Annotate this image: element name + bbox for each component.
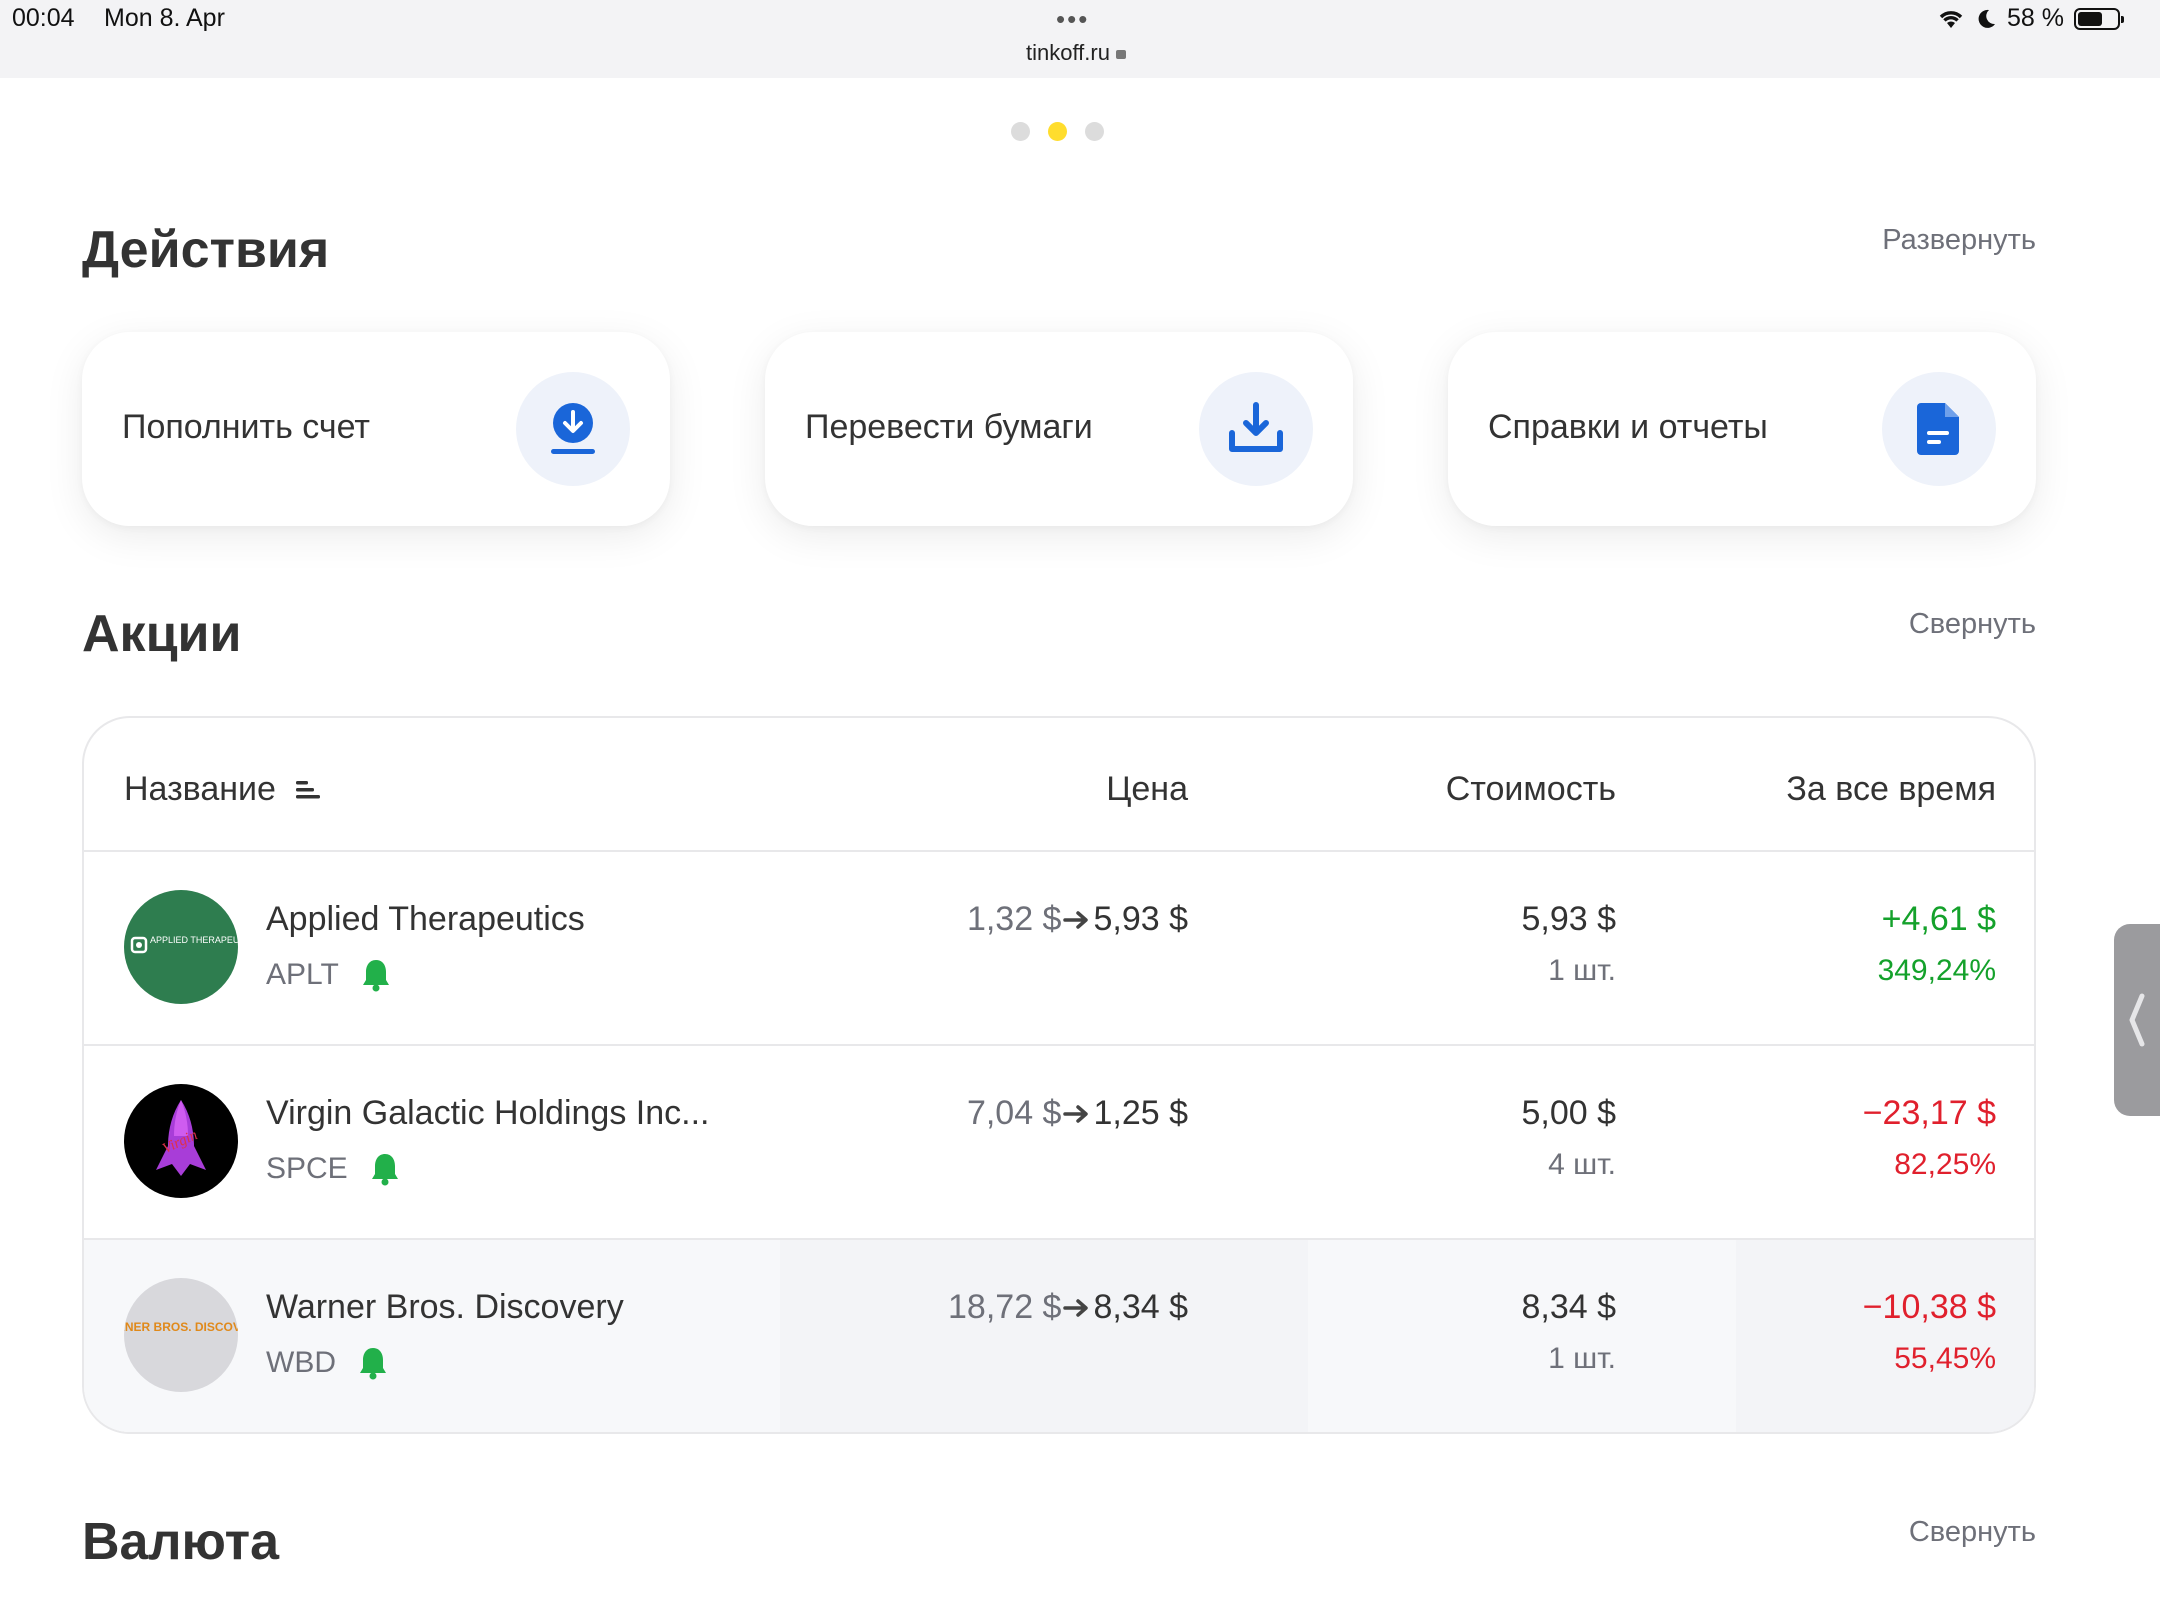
browser-menu-dots[interactable]: ••• (1056, 4, 1089, 35)
stocks-title: Акции (82, 605, 242, 663)
table-header: Название Цена Стоимость За все время (84, 718, 2034, 852)
stock-quantity: 1 шт. (1548, 1342, 1616, 1375)
bell-icon[interactable] (370, 1152, 400, 1186)
stock-ticker: SPCE (266, 1152, 348, 1185)
side-panel-handle[interactable] (2114, 924, 2160, 1116)
moon-icon (1978, 9, 1996, 28)
address-bar[interactable]: tinkoff.ru (1026, 40, 1126, 66)
stock-ticker: WBD (266, 1346, 336, 1379)
currency-title: Валюта (82, 1513, 280, 1571)
deposit-card[interactable]: Пополнить счет (82, 332, 670, 526)
bell-icon[interactable] (361, 958, 391, 992)
actions-expand-link[interactable]: Развернуть (1882, 224, 2036, 257)
table-row[interactable]: WARNER BROS. DISCOVERY Warner Bros. Disc… (84, 1240, 2034, 1432)
column-cost-header[interactable]: Стоимость (1446, 770, 1616, 809)
column-name-label: Название (124, 770, 276, 808)
transfer-securities-card[interactable]: Перевести бумаги (765, 332, 1353, 526)
price-to: 5,93 $ (1093, 900, 1188, 938)
price-to: 8,34 $ (1093, 1288, 1188, 1326)
arrow-right-icon (1063, 1105, 1089, 1123)
stock-name: Applied Therapeutics (266, 900, 585, 938)
pager-dot-active[interactable] (1048, 122, 1067, 141)
battery-icon (2074, 7, 2124, 30)
stock-name: Warner Bros. Discovery (266, 1288, 624, 1326)
applied-therapeutics-logo: APPLIED THERAPEUTICS (124, 890, 238, 1004)
warner-bros-discovery-logo: WARNER BROS. DISCOVERY (124, 1278, 238, 1392)
pager-dot[interactable] (1085, 122, 1104, 141)
chevron-left-icon (2129, 993, 2145, 1047)
currency-collapse-link[interactable]: Свернуть (1909, 1516, 2036, 1549)
status-indicators: 58 % (1937, 4, 2124, 33)
stock-gain: +4,61 $ (1881, 900, 1996, 938)
price-from: 1,32 $ (966, 900, 1062, 938)
stock-ticker-line: SPCE (266, 1152, 400, 1186)
logo-text: APPLIED THERAPEUTICS (150, 935, 238, 945)
stock-quantity: 4 шт. (1548, 1148, 1616, 1181)
pager-dot[interactable] (1011, 122, 1030, 141)
logo-text: WARNER BROS. DISCOVERY (124, 1320, 238, 1334)
lock-icon (1115, 50, 1126, 59)
stock-price: 18,72 $ 8,34 $ (948, 1288, 1188, 1327)
table-row[interactable]: Virgin Virgin Galactic Holdings Inc... S… (84, 1046, 2034, 1240)
stock-gain: −10,38 $ (1862, 1288, 1996, 1326)
stock-ticker-line: APLT (266, 958, 391, 992)
arrow-right-icon (1063, 911, 1089, 929)
stock-price: 7,04 $ 1,25 $ (967, 1094, 1188, 1133)
stock-gain-percent: 55,45% (1894, 1342, 1996, 1375)
reports-card[interactable]: Справки и отчеты (1448, 332, 2036, 526)
bell-icon[interactable] (358, 1346, 388, 1380)
stock-cost: 8,34 $ (1521, 1288, 1616, 1326)
stocks-table: Название Цена Стоимость За все время APP… (82, 716, 2036, 1434)
actions-title: Действия (82, 221, 330, 279)
price-to: 1,25 $ (1093, 1094, 1188, 1132)
sort-icon (295, 780, 320, 798)
price-from: 7,04 $ (966, 1094, 1062, 1132)
stock-ticker-line: WBD (266, 1346, 388, 1380)
carousel-pager (1011, 122, 1104, 141)
reports-card-label: Справки и отчеты (1488, 408, 1768, 446)
wifi-icon (1939, 10, 1963, 28)
deposit-card-label: Пополнить счет (122, 408, 370, 446)
stock-ticker: APLT (266, 958, 339, 991)
stocks-collapse-link[interactable]: Свернуть (1909, 608, 2036, 641)
transfer-card-label: Перевести бумаги (805, 408, 1093, 446)
deposit-icon (516, 372, 630, 486)
download-tray-icon (1199, 372, 1313, 486)
stock-price: 1,32 $ 5,93 $ (967, 900, 1188, 939)
stock-gain: −23,17 $ (1862, 1094, 1996, 1132)
price-from: 18,72 $ (948, 1288, 1062, 1326)
stock-gain-percent: 349,24% (1877, 954, 1996, 987)
table-row[interactable]: APPLIED THERAPEUTICS Applied Therapeutic… (84, 852, 2034, 1046)
arrow-right-icon (1063, 1299, 1089, 1317)
stock-name: Virgin Galactic Holdings Inc... (266, 1094, 710, 1132)
status-time: 00:04 (12, 4, 75, 32)
status-date: Mon 8. Apr (104, 4, 225, 32)
stock-cost: 5,93 $ (1521, 900, 1616, 938)
status-bar: 00:04 Mon 8. Apr ••• tinkoff.ru 58 % (0, 0, 2160, 78)
virgin-galactic-logo: Virgin (124, 1084, 238, 1198)
stock-gain-percent: 82,25% (1894, 1148, 1996, 1181)
document-icon (1882, 372, 1996, 486)
battery-percent: 58 % (2007, 4, 2064, 32)
url-text: tinkoff.ru (1026, 40, 1110, 65)
stock-quantity: 1 шт. (1548, 954, 1616, 987)
column-price-header[interactable]: Цена (1106, 770, 1188, 809)
stock-cost: 5,00 $ (1521, 1094, 1616, 1132)
column-all-time-header[interactable]: За все время (1786, 770, 1996, 809)
column-name-header[interactable]: Название (124, 770, 320, 809)
